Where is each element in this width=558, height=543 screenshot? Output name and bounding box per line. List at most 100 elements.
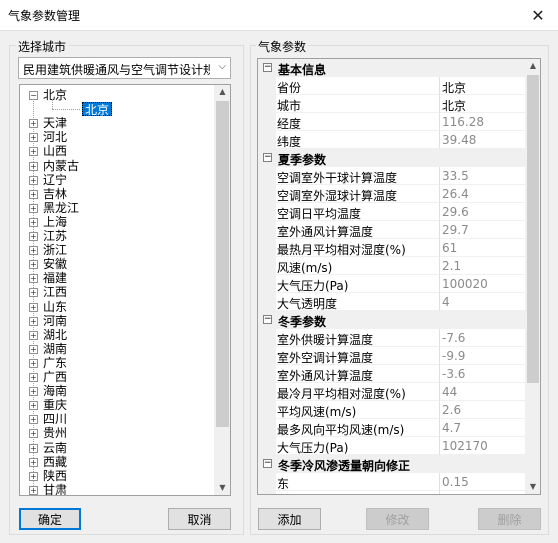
expand-icon[interactable]: +	[29, 203, 38, 213]
tree-node[interactable]: + 贵州	[20, 426, 210, 440]
tree-node[interactable]: + 甘肃	[20, 483, 210, 495]
grid-row[interactable]: 风速(m/s) 2.1	[258, 257, 525, 275]
grid-row[interactable]: 室外通风计算温度 29.7	[258, 221, 525, 239]
expand-icon[interactable]: +	[29, 457, 38, 467]
expand-icon[interactable]: +	[29, 358, 38, 368]
expand-icon[interactable]: +	[29, 373, 38, 382]
tree-scrollbar[interactable]: ▲ ▼	[214, 85, 230, 495]
expand-icon[interactable]: +	[29, 387, 38, 397]
grid-category[interactable]: − 冬季参数	[258, 311, 525, 329]
grid-row[interactable]: 空调室外湿球计算温度 26.4	[258, 185, 525, 203]
expand-icon[interactable]: +	[29, 217, 38, 227]
grid-row[interactable]: 最冷月平均相对湿度(%) 44	[258, 383, 525, 401]
tree-node[interactable]: + 广西	[20, 370, 210, 384]
grid-category[interactable]: − 夏季参数	[258, 149, 525, 167]
tree-node[interactable]: + 内蒙古	[20, 159, 210, 173]
tree-node[interactable]: + 江苏	[20, 229, 210, 243]
scroll-down-icon[interactable]: ▼	[214, 481, 230, 495]
grid-row[interactable]: 大气透明度 4	[258, 293, 525, 311]
tree-node[interactable]: + 湖北	[20, 328, 210, 342]
tree-node[interactable]: + 湖南	[20, 342, 210, 356]
expand-icon[interactable]: +	[29, 429, 38, 439]
tree-node[interactable]: + 天津	[20, 116, 210, 130]
expand-icon[interactable]: +	[29, 471, 38, 481]
tree-node[interactable]: + 浙江	[20, 243, 210, 257]
tree-node[interactable]: + 四川	[20, 412, 210, 426]
grid-category[interactable]: − 基本信息	[258, 59, 525, 77]
standard-select[interactable]: 民用建筑供暖通风与空气调节设计规 ⌵	[18, 57, 231, 79]
tree-node[interactable]: + 西藏	[20, 455, 210, 469]
grid-row[interactable]: 城市 北京	[258, 95, 525, 113]
expand-icon[interactable]: +	[29, 232, 38, 241]
tree-node[interactable]: + 江西	[20, 285, 210, 299]
tree-node[interactable]: + 河南	[20, 314, 210, 328]
grid-row[interactable]: 东 0.15	[258, 473, 525, 491]
tree-node[interactable]: + 广东	[20, 356, 210, 370]
tree-node[interactable]: + 山东	[20, 300, 210, 314]
tree-node[interactable]: + 山西	[20, 144, 210, 158]
close-icon[interactable]: ✕	[518, 0, 558, 31]
grid-scrollbar[interactable]: ▲ ▼	[525, 59, 540, 494]
expand-icon[interactable]: +	[29, 288, 38, 298]
grid-row[interactable]: 最热月平均相对湿度(%) 61	[258, 239, 525, 257]
collapse-icon[interactable]: −	[263, 153, 272, 162]
tree-node-selected[interactable]: 北京	[82, 102, 113, 117]
tree-scroll-thumb[interactable]	[216, 101, 229, 427]
expand-icon[interactable]: +	[29, 344, 38, 354]
tree-node[interactable]: + 安徽	[20, 257, 210, 271]
grid-category[interactable]: − 冬季冷风渗透量朝向修正	[258, 455, 525, 473]
expand-icon[interactable]: +	[29, 119, 38, 129]
grid-row[interactable]: 大气压力(Pa) 102170	[258, 437, 525, 455]
tree-node[interactable]: + 吉林	[20, 187, 210, 201]
grid-row[interactable]: 室外通风计算温度 -3.6	[258, 365, 525, 383]
grid-row[interactable]: 室外空调计算温度 -9.9	[258, 347, 525, 365]
tree-node[interactable]: + 福建	[20, 271, 210, 285]
tree-node[interactable]: + 黑龙江	[20, 201, 210, 215]
grid-row[interactable]: 室外供暖计算温度 -7.6	[258, 329, 525, 347]
expand-icon[interactable]: +	[29, 401, 38, 411]
grid-row[interactable]: 空调室外干球计算温度 33.5	[258, 167, 525, 185]
tree-node[interactable]: + 河北	[20, 130, 210, 144]
cancel-button[interactable]: 取消	[168, 508, 231, 530]
tree-node[interactable]: + 辽宁	[20, 173, 210, 187]
grid-row[interactable]: 平均风速(m/s) 2.6	[258, 401, 525, 419]
grid-scroll-down-icon[interactable]: ▼	[525, 480, 540, 494]
grid-scroll-up-icon[interactable]: ▲	[525, 59, 540, 73]
grid-row[interactable]: 空调日平均温度 29.6	[258, 203, 525, 221]
tree-node[interactable]: + 云南	[20, 441, 210, 455]
expand-icon[interactable]: +	[29, 274, 38, 284]
collapse-icon[interactable]: −	[263, 315, 272, 324]
expand-icon[interactable]: +	[29, 443, 38, 453]
expand-icon[interactable]: +	[29, 415, 38, 425]
collapse-icon[interactable]: −	[263, 459, 272, 468]
expand-icon[interactable]: +	[29, 246, 38, 256]
grid-row[interactable]: 大气压力(Pa) 100020	[258, 275, 525, 293]
grid-row[interactable]: 南0.15	[258, 491, 525, 494]
grid-row[interactable]: 最多风向平均风速(m/s) 4.7	[258, 419, 525, 437]
expand-icon[interactable]: +	[29, 260, 38, 270]
grid-row-value[interactable]: 北京	[440, 77, 525, 95]
city-tree[interactable]: − 北京 北京 + 天津 + 河北 + 山西 + 内蒙古 + 辽宁 + 吉林 + 黑龙江 + 上海 + 江苏 + 浙江 + 安徽…	[19, 84, 231, 496]
expand-icon[interactable]: +	[29, 161, 38, 171]
tree-node[interactable]: + 重庆	[20, 398, 210, 412]
collapse-icon[interactable]: −	[29, 91, 38, 100]
tree-node[interactable]: + 海南	[20, 384, 210, 398]
expand-icon[interactable]: +	[29, 133, 38, 143]
ok-button[interactable]: 确定	[19, 508, 81, 530]
grid-scroll-thumb[interactable]	[527, 75, 539, 383]
expand-icon[interactable]: +	[29, 147, 38, 157]
expand-icon[interactable]: +	[29, 330, 38, 340]
expand-icon[interactable]: +	[29, 189, 38, 199]
expand-icon[interactable]: +	[29, 316, 38, 326]
grid-row[interactable]: 省份 北京	[258, 77, 525, 95]
grid-row[interactable]: 经度 116.28	[258, 113, 525, 131]
collapse-icon[interactable]: −	[263, 63, 272, 72]
add-button[interactable]: 添加	[258, 508, 321, 530]
tree-node-expanded[interactable]: − 北京	[20, 88, 210, 102]
expand-icon[interactable]: +	[29, 175, 38, 185]
expand-icon[interactable]: +	[29, 485, 38, 495]
expand-icon[interactable]: +	[29, 302, 38, 312]
tree-node[interactable]: + 陕西	[20, 469, 210, 483]
scroll-up-icon[interactable]: ▲	[214, 85, 230, 99]
grid-row[interactable]: 纬度 39.48	[258, 131, 525, 149]
